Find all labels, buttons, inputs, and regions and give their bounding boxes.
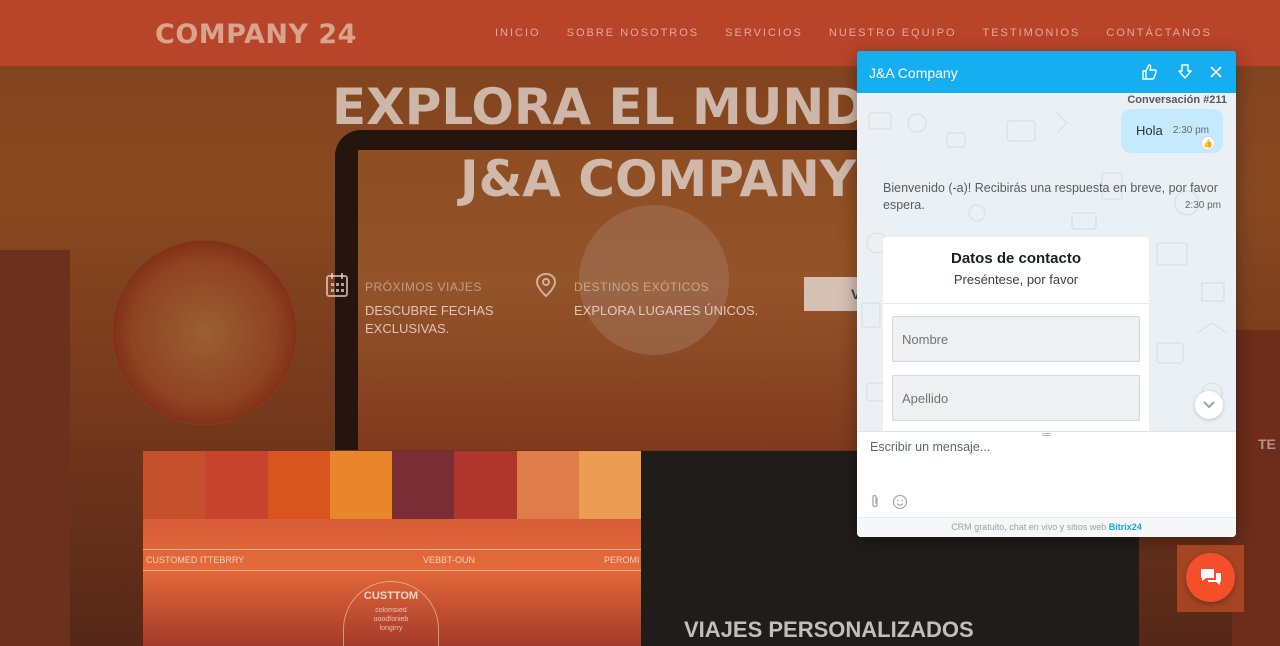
outgoing-message: Hola 2:30 pm 👍 (1121, 109, 1223, 153)
color-swatches (143, 451, 641, 519)
card-strip: CUSTOMED ITTEBRRY VEBBT-OUN PEROMI (143, 549, 641, 571)
feature-title: PRÓXIMOS VIAJES (365, 280, 482, 294)
badge-subtitle: colomsied uoodfonieb longirry (344, 606, 438, 633)
message-input[interactable] (870, 440, 1220, 454)
badge-title: CUSTTOM (363, 590, 419, 602)
bitrix24-logo[interactable]: Bitrix24 (1109, 522, 1142, 532)
color-swatch (578, 451, 641, 519)
like-icon[interactable]: 👍 (1201, 136, 1215, 150)
open-chat-button[interactable] (1186, 553, 1235, 602)
nav-item-contactanos[interactable]: CONTÁCTANOS (1106, 27, 1212, 39)
color-swatch (392, 451, 455, 519)
feature-title: DESTINOS EXÓTICOS (574, 280, 710, 294)
download-icon (1178, 64, 1192, 79)
card-title: VIAJES PERSONALIZADOS (684, 617, 974, 642)
first-name-field[interactable] (892, 316, 1140, 362)
form-title: Datos de contacto (950, 250, 1082, 267)
strip-label-left: CUSTOMED ITTEBRRY (146, 555, 245, 565)
download-button[interactable] (1175, 62, 1195, 82)
custom-badge: CUSTTOM colomsied uoodfonieb longirry (343, 581, 439, 646)
strip-label-center: VEBBT-OUN (423, 555, 476, 565)
site-logo[interactable]: COMPANY 24 (155, 19, 357, 50)
chevron-down-icon (1203, 401, 1215, 409)
last-name-field[interactable] (892, 375, 1140, 421)
color-swatch (329, 451, 392, 519)
card-custom-itinerary: CUSTOMED ITTEBRRY VEBBT-OUN PEROMI CUSTT… (143, 451, 641, 646)
close-chat-button[interactable] (1206, 62, 1226, 82)
nav-item-sobre-nosotros[interactable]: SOBRE NOSOTROS (567, 27, 700, 39)
hero-title-line2: J&A COMPANY (460, 150, 857, 208)
nav-item-servicios[interactable]: SERVICIOS (725, 27, 803, 39)
close-icon (1210, 66, 1222, 78)
feature-text: EXPLORA LUGARES ÚNICOS. (574, 303, 759, 318)
main-nav: INICIO SOBRE NOSOTROS SERVICIOS NUESTRO … (495, 27, 1212, 39)
strip-label-right: PEROMI (604, 555, 640, 565)
system-message: Bienvenido (-a)! Recibirás una respuesta… (883, 180, 1223, 214)
message-text: Bienvenido (-a)! Recibirás una respuesta… (883, 181, 1218, 212)
message-time: 2:30 pm (1184, 200, 1221, 211)
hero-cta-button[interactable]: V (804, 277, 864, 311)
divider (883, 303, 1149, 304)
nav-item-inicio[interactable]: INICIO (495, 27, 541, 39)
scroll-down-button[interactable] (1195, 391, 1223, 419)
conversation-label: Conversación #211 (1127, 94, 1227, 106)
chat-title: J&A Company (869, 65, 958, 81)
resize-handle[interactable] (1042, 433, 1050, 436)
side-text-fragment: TE (1258, 436, 1276, 452)
message-text: Hola (1136, 123, 1163, 138)
chat-bubbles-icon (1200, 568, 1221, 585)
color-swatch (516, 451, 579, 519)
message-composer (857, 431, 1236, 517)
color-swatch (143, 451, 206, 519)
nav-item-nuestro-equipo[interactable]: NUESTRO EQUIPO (829, 27, 957, 39)
feature-proximos-viajes: PRÓXIMOS VIAJES DESCUBRE FECHAS EXCLUSIV… (326, 273, 515, 338)
thumbs-up-icon (1142, 64, 1157, 80)
chat-header: J&A Company (857, 51, 1236, 93)
chat-messages[interactable]: Conversación #211 Hola 2:30 pm 👍 Bienven… (857, 93, 1236, 431)
chat-footer[interactable]: CRM gratuito, chat en vivo y sitios web … (857, 517, 1236, 537)
chat-widget: J&A Company Conversación #211 Hola 2:30 … (857, 51, 1236, 537)
paperclip-icon[interactable] (868, 494, 882, 510)
contact-form: Datos de contacto Preséntese, por favor (883, 237, 1149, 431)
color-swatch (454, 451, 517, 519)
footer-text: CRM gratuito, chat en vivo y sitios web (951, 522, 1107, 532)
badge-sub-line: uoodfonieb (373, 616, 409, 623)
color-swatch (205, 451, 268, 519)
map-pin-icon (535, 272, 557, 298)
badge-sub-line: colomsied (375, 607, 407, 614)
emoji-icon[interactable] (892, 494, 908, 510)
thumbs-up-button[interactable] (1139, 62, 1159, 82)
color-swatch (267, 451, 330, 519)
message-time: 2:30 pm (1172, 125, 1209, 136)
feature-destinos-exoticos: DESTINOS EXÓTICOS EXPLORA LUGARES ÚNICOS… (535, 272, 774, 320)
calendar-icon (326, 273, 348, 297)
form-subtitle: Preséntese, por favor (953, 272, 1079, 287)
badge-sub-line: longirry (379, 625, 403, 632)
feature-text: DESCUBRE FECHAS EXCLUSIVAS. (365, 303, 494, 336)
nav-item-testimonios[interactable]: TESTIMONIOS (983, 27, 1081, 39)
